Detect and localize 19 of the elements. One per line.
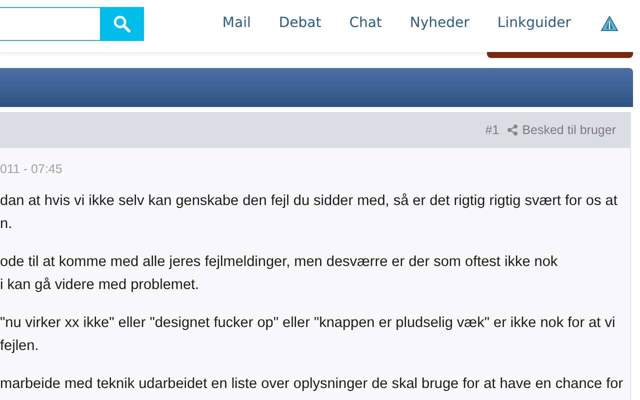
text-line: dan at hvis vi ikke selv kan genskabe den fejl du sidder med, så er det rigtig rigtig svært for os at [0, 192, 618, 211]
search-field[interactable] [0, 7, 100, 41]
text-line: n. [0, 215, 14, 234]
search-button[interactable] [100, 7, 144, 41]
text-line: marbeide med teknik udarbeidet en liste over oplysninger de skal bruge for at have en chance for [0, 375, 624, 394]
nav-link[interactable]: Debat [278, 15, 322, 31]
text-line: fejlen. [0, 337, 40, 356]
text-line: "nu virker xx ikke" eller "designet fucker op" eller "knappen er pludselig væk" er ikke nok for at vi [0, 314, 616, 333]
warning-icon[interactable] [601, 16, 618, 30]
post-date: 011 - 07:45 [0, 162, 64, 178]
text-line: i kan gå videre med problemet. [0, 276, 200, 295]
nav-link[interactable]: Nyheder [410, 15, 470, 31]
nav-link[interactable]: Chat [349, 15, 382, 31]
post-number: #1 [485, 123, 500, 137]
nav-link[interactable]: Linkguider [497, 15, 571, 31]
search-icon [113, 15, 131, 33]
text-line: ode til at komme med alle jeres fejlmeldinger, men desværre er der som oftest ikke nok [0, 253, 559, 272]
share-icon [507, 124, 518, 136]
nav-link[interactable]: Mail [222, 15, 251, 31]
